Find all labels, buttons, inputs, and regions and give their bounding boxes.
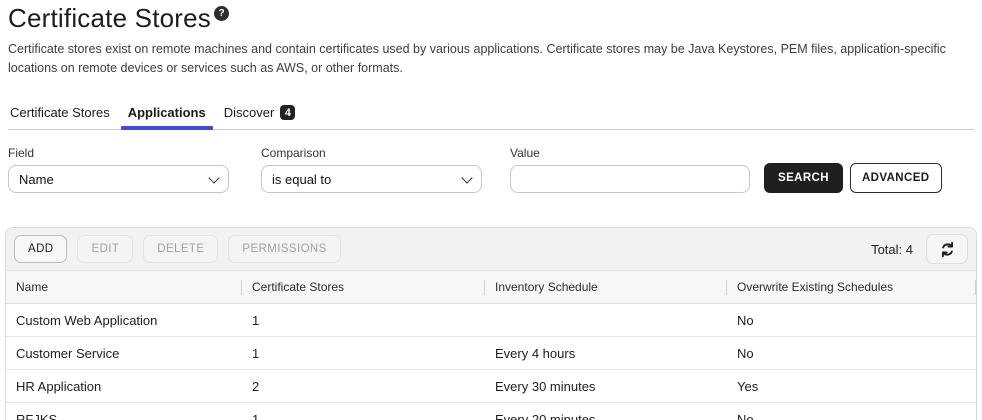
add-button[interactable]: ADD: [14, 235, 67, 263]
column-header-certificate-stores[interactable]: Certificate Stores: [242, 271, 485, 304]
cell-certificate-stores: 1: [242, 304, 485, 337]
cell-name: Customer Service: [6, 337, 242, 370]
grid-toolbar: ADD EDIT DELETE PERMISSIONS Total: 4: [6, 228, 976, 270]
cell-inventory-schedule: Every 30 minutes: [485, 370, 727, 403]
table-row[interactable]: RFJKS 1 Every 20 minutes No: [6, 403, 976, 420]
table-row[interactable]: Customer Service 1 Every 4 hours No: [6, 337, 976, 370]
column-header-overwrite-existing-schedules[interactable]: Overwrite Existing Schedules: [727, 271, 976, 304]
comparison-group: Comparison is equal to: [261, 146, 482, 193]
tab-applications[interactable]: Applications: [128, 105, 206, 129]
field-select[interactable]: Name: [8, 165, 229, 193]
cell-overwrite-existing-schedules: Yes: [727, 370, 976, 403]
value-group: Value: [510, 146, 750, 193]
applications-grid-panel: ADD EDIT DELETE PERMISSIONS Total: 4 Nam…: [5, 227, 977, 420]
cell-name: RFJKS: [6, 403, 242, 420]
tab-label: Applications: [128, 105, 206, 120]
cell-name: Custom Web Application: [6, 304, 242, 337]
cell-inventory-schedule: Every 4 hours: [485, 337, 727, 370]
cell-overwrite-existing-schedules: No: [727, 403, 976, 420]
value-label: Value: [510, 146, 750, 160]
table-header-row: Name Certificate Stores Inventory Schedu…: [6, 271, 976, 304]
cell-overwrite-existing-schedules: No: [727, 304, 976, 337]
refresh-button[interactable]: [926, 234, 968, 264]
delete-button[interactable]: DELETE: [143, 235, 218, 263]
advanced-button[interactable]: ADVANCED: [850, 163, 942, 193]
table-row[interactable]: Custom Web Application 1 No: [6, 304, 976, 337]
page-description: Certificate stores exist on remote machi…: [8, 40, 970, 79]
cell-inventory-schedule: Every 20 minutes: [485, 403, 727, 420]
search-button[interactable]: SEARCH: [764, 163, 843, 193]
cell-inventory-schedule: [485, 304, 727, 337]
permissions-button[interactable]: PERMISSIONS: [228, 235, 340, 263]
cell-certificate-stores: 1: [242, 403, 485, 420]
tab-label: Certificate Stores: [10, 105, 110, 120]
comparison-label: Comparison: [261, 146, 482, 160]
cell-overwrite-existing-schedules: No: [727, 337, 976, 370]
tab-bar: Certificate Stores Applications Discover…: [8, 105, 974, 130]
help-icon[interactable]: ?: [214, 6, 229, 21]
refresh-icon: [938, 240, 957, 259]
field-label: Field: [8, 146, 229, 160]
cell-certificate-stores: 2: [242, 370, 485, 403]
edit-button[interactable]: EDIT: [77, 235, 133, 263]
discover-count-badge: 4: [280, 105, 295, 120]
search-filter-bar: Field Name Comparison is equal to Value: [8, 146, 974, 193]
tab-discover[interactable]: Discover 4: [224, 105, 296, 129]
field-group: Field Name: [8, 146, 229, 193]
cell-name: HR Application: [6, 370, 242, 403]
tab-label: Discover: [224, 105, 275, 120]
table-row[interactable]: HR Application 2 Every 30 minutes Yes: [6, 370, 976, 403]
column-header-inventory-schedule[interactable]: Inventory Schedule: [485, 271, 727, 304]
tab-certificate-stores[interactable]: Certificate Stores: [10, 105, 110, 129]
total-count-label: Total: 4: [871, 242, 913, 257]
page-title: Certificate Stores: [8, 4, 211, 33]
column-header-name[interactable]: Name: [6, 271, 242, 304]
page-header-section: Certificate Stores ? Certificate stores …: [0, 4, 982, 193]
comparison-select[interactable]: is equal to: [261, 165, 482, 193]
value-input[interactable]: [510, 165, 750, 193]
applications-table: Name Certificate Stores Inventory Schedu…: [6, 270, 976, 420]
title-row: Certificate Stores ?: [8, 4, 974, 33]
cell-certificate-stores: 1: [242, 337, 485, 370]
